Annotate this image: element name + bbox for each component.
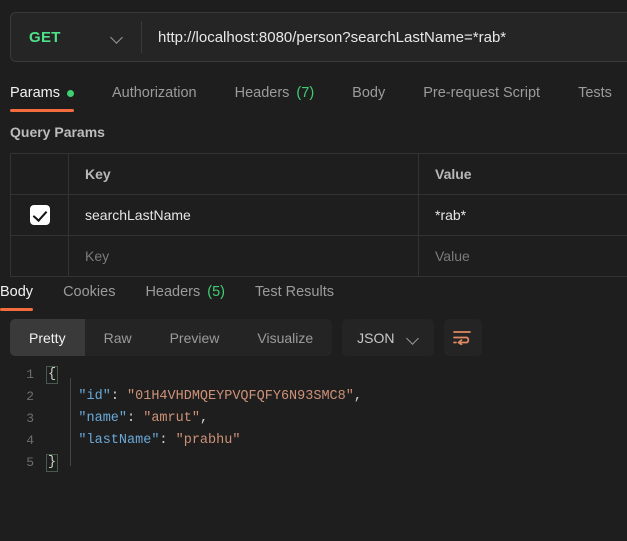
query-params-heading: Query Params xyxy=(10,124,105,140)
tab-count-badge: (7) xyxy=(296,85,315,101)
table-row: searchLastName *rab* xyxy=(11,195,627,236)
request-tabs: Params Authorization Headers (7) Body Pre-req… xyxy=(0,78,627,112)
request-tab-tests[interactable]: Tests xyxy=(578,78,612,108)
header-cell-value: Value xyxy=(419,154,627,194)
tab-label: Headers xyxy=(145,284,201,300)
header-cell-checkbox xyxy=(11,154,69,194)
line-number: 4 xyxy=(26,433,34,448)
tab-label: Headers xyxy=(234,85,290,101)
tab-label: Body xyxy=(352,85,386,101)
header-cell-key: Key xyxy=(69,154,419,194)
code-line-content: { xyxy=(46,364,59,386)
tab-label: Tests xyxy=(578,85,612,101)
empty-row-key-cell[interactable]: Key xyxy=(69,236,419,276)
view-mode-raw[interactable]: Raw xyxy=(85,319,151,356)
unsaved-indicator-dot xyxy=(66,89,74,97)
json-string-value: "prabhu" xyxy=(175,433,241,448)
response-tab-cookies[interactable]: Cookies xyxy=(63,277,115,307)
param-value-value: *rab* xyxy=(435,207,467,223)
view-mode-preview[interactable]: Preview xyxy=(151,319,239,356)
response-tab-test-results[interactable]: Test Results xyxy=(255,277,334,307)
json-key: "id" xyxy=(78,389,111,404)
json-punctuation: : xyxy=(159,433,176,448)
code-line-content: } xyxy=(46,452,59,474)
http-method-selector[interactable]: GET xyxy=(11,13,141,61)
json-string-value: "01H4VHDMQEYPVQFQFY6N93SMC8" xyxy=(127,389,354,404)
chevron-down-icon xyxy=(111,31,123,43)
row-key-cell[interactable]: searchLastName xyxy=(69,195,419,235)
wrap-lines-button[interactable] xyxy=(443,319,482,356)
code-line: 5} xyxy=(0,452,627,474)
empty-row-value-cell[interactable]: Value xyxy=(419,236,627,276)
view-mode-group: Pretty Raw Preview Visualize xyxy=(10,319,333,356)
request-tab-pre-request-script[interactable]: Pre-request Script xyxy=(423,78,540,108)
response-tabs: Body Cookies Headers (5) Test Results xyxy=(0,277,627,311)
code-line-content: "id": "01H4VHDMQEYPVQFQFY6N93SMC8", xyxy=(46,386,362,408)
json-punctuation xyxy=(46,389,78,404)
column-header-key: Key xyxy=(85,166,111,182)
empty-key-placeholder: Key xyxy=(85,248,110,264)
request-tab-body[interactable]: Body xyxy=(352,78,385,108)
code-line: 3 "name": "amrut", xyxy=(0,408,627,430)
table-row-empty: Key Value xyxy=(11,236,627,277)
code-line: 1{ xyxy=(0,364,627,386)
view-mode-pretty[interactable]: Pretty xyxy=(10,319,85,356)
code-line-content: "name": "amrut", xyxy=(46,408,208,430)
json-punctuation: , xyxy=(353,389,362,404)
response-format-label: JSON xyxy=(357,329,395,346)
query-params-table: Key Value searchLastName *rab* Key Value xyxy=(10,153,627,277)
chevron-down-icon xyxy=(407,332,419,344)
line-number: 3 xyxy=(26,411,34,426)
tab-label: Test Results xyxy=(255,284,334,300)
request-tab-authorization[interactable]: Authorization xyxy=(112,78,197,108)
json-string-value: "amrut" xyxy=(143,411,200,426)
response-body-viewer[interactable]: 1{2 "id": "01H4VHDMQEYPVQFQFY6N93SMC8", 3… xyxy=(0,364,627,484)
code-line: 4 "lastName": "prabhu" xyxy=(0,430,627,452)
empty-row-checkbox-cell xyxy=(11,236,69,276)
code-line: 2 "id": "01H4VHDMQEYPVQFQFY6N93SMC8", xyxy=(0,386,627,408)
tab-label: Params xyxy=(10,85,60,101)
wrap-lines-icon xyxy=(453,331,471,345)
row-checkbox-cell xyxy=(11,195,69,235)
http-method-label: GET xyxy=(29,28,61,46)
response-tab-headers[interactable]: Headers (5) xyxy=(145,277,225,307)
request-tab-headers[interactable]: Headers (7) xyxy=(235,78,315,108)
column-header-value: Value xyxy=(435,166,472,182)
line-number: 1 xyxy=(26,367,34,382)
view-mode-visualize[interactable]: Visualize xyxy=(238,319,332,356)
line-number: 5 xyxy=(26,455,34,470)
response-tab-body[interactable]: Body xyxy=(0,277,34,311)
json-punctuation: , xyxy=(199,411,209,426)
request-url-input[interactable] xyxy=(142,13,627,61)
json-key: "lastName" xyxy=(78,433,160,448)
code-line-content: "lastName": "prabhu" xyxy=(46,430,240,452)
json-brace: { xyxy=(46,366,59,384)
tab-label: Authorization xyxy=(111,85,197,101)
json-punctuation: : xyxy=(127,411,144,426)
param-key-value: searchLastName xyxy=(85,207,191,223)
request-url-bar: GET xyxy=(10,12,627,62)
table-header-row: Key Value xyxy=(11,154,627,195)
json-punctuation xyxy=(46,411,78,426)
json-punctuation xyxy=(46,433,78,448)
request-tab-params[interactable]: Params xyxy=(10,78,74,112)
param-enabled-checkbox[interactable] xyxy=(29,205,50,225)
json-punctuation: : xyxy=(110,389,128,404)
line-number: 2 xyxy=(26,389,34,404)
tab-label: Pre-request Script xyxy=(423,85,541,101)
row-value-cell[interactable]: *rab* xyxy=(419,195,627,235)
response-view-toolbar: Pretty Raw Preview Visualize JSON xyxy=(10,319,482,356)
json-key: "name" xyxy=(78,411,128,426)
tab-count-badge: (5) xyxy=(207,284,225,300)
tab-label: Body xyxy=(0,284,34,300)
empty-value-placeholder: Value xyxy=(435,248,470,264)
response-format-select[interactable]: JSON xyxy=(342,319,434,356)
json-brace: } xyxy=(46,454,59,472)
tab-label: Cookies xyxy=(63,284,116,300)
